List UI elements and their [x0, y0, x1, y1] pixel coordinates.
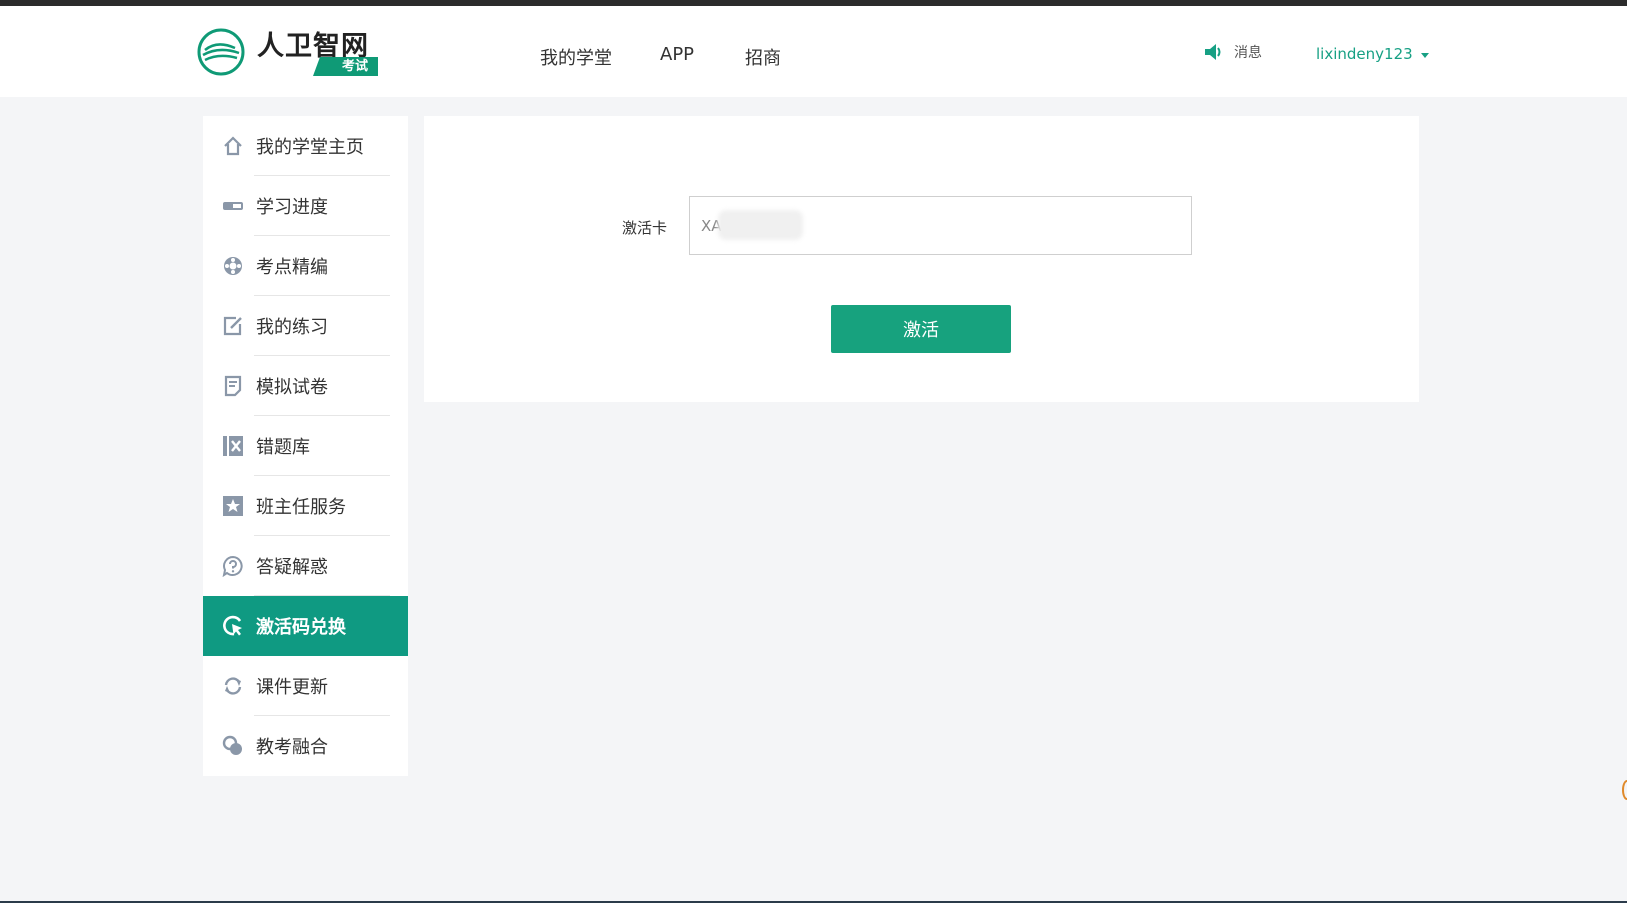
link-circles-icon — [222, 735, 244, 757]
sidebar-item-label: 我的学堂主页 — [256, 137, 364, 158]
sidebar-item-qa[interactable]: 答疑解惑 — [203, 536, 408, 596]
header: 人卫智网 考试 我的学堂 APP 招商 消息 lixindeny123 — [0, 6, 1627, 97]
home-icon — [222, 135, 244, 157]
messages-link[interactable]: 消息 — [1204, 42, 1262, 62]
logo-badge: 考试 — [313, 57, 378, 76]
cursor-click-icon — [222, 615, 244, 637]
wrong-book-icon — [222, 435, 244, 457]
logo-emblem-icon — [197, 28, 245, 76]
sidebar-item-label: 我的练习 — [256, 317, 328, 338]
star-icon — [222, 495, 244, 517]
sidebar-item-teacher-service[interactable]: 班主任服务 — [203, 476, 408, 536]
nav-my-school[interactable]: 我的学堂 — [540, 44, 612, 70]
activate-button[interactable]: 激活 — [831, 305, 1011, 353]
activation-panel: 激活卡 激活 — [424, 116, 1419, 402]
sidebar-item-home[interactable]: 我的学堂主页 — [203, 116, 408, 176]
caret-down-icon — [1420, 52, 1429, 58]
sidebar-item-courseware-update[interactable]: 课件更新 — [203, 656, 408, 716]
sidebar-item-label: 错题库 — [256, 437, 310, 458]
username: lixindeny123 — [1316, 45, 1413, 63]
edit-icon — [222, 315, 244, 337]
document-icon — [222, 375, 244, 397]
sidebar-item-activation-code[interactable]: 激活码兑换 — [203, 596, 408, 656]
sidebar-item-practice[interactable]: 我的练习 — [203, 296, 408, 356]
speaker-icon — [1205, 44, 1221, 60]
refresh-icon — [222, 675, 244, 697]
nav-business[interactable]: 招商 — [745, 44, 781, 70]
floating-widget-edge[interactable] — [1622, 780, 1627, 800]
question-icon — [222, 555, 244, 577]
sidebar-item-wrong-questions[interactable]: 错题库 — [203, 416, 408, 476]
nav-app[interactable]: APP — [660, 44, 694, 65]
redaction-blur — [718, 210, 803, 240]
sidebar-item-progress[interactable]: 学习进度 — [203, 176, 408, 236]
sidebar-item-label: 考点精编 — [256, 257, 328, 278]
messages-label: 消息 — [1234, 45, 1262, 61]
activation-card-label: 激活卡 — [622, 219, 668, 237]
sidebar: 我的学堂主页 学习进度 考点精编 我的练习 模拟试卷 错题库 班主任服务 答疑解… — [203, 116, 408, 776]
user-menu[interactable]: lixindeny123 — [1316, 45, 1429, 63]
sidebar-item-label: 答疑解惑 — [256, 557, 328, 578]
progress-icon — [222, 195, 244, 217]
sidebar-item-label: 学习进度 — [256, 197, 328, 218]
sidebar-item-label: 教考融合 — [256, 737, 328, 758]
sidebar-item-label: 模拟试卷 — [256, 377, 328, 398]
sidebar-item-mock-exam[interactable]: 模拟试卷 — [203, 356, 408, 416]
sidebar-item-label: 班主任服务 — [256, 497, 346, 518]
sidebar-item-key-points[interactable]: 考点精编 — [203, 236, 408, 296]
site-logo[interactable]: 人卫智网 考试 — [197, 26, 381, 81]
lifebuoy-icon — [222, 255, 244, 277]
sidebar-item-teaching-exam[interactable]: 教考融合 — [203, 716, 408, 776]
sidebar-item-label: 激活码兑换 — [256, 617, 346, 638]
sidebar-item-label: 课件更新 — [256, 677, 328, 698]
